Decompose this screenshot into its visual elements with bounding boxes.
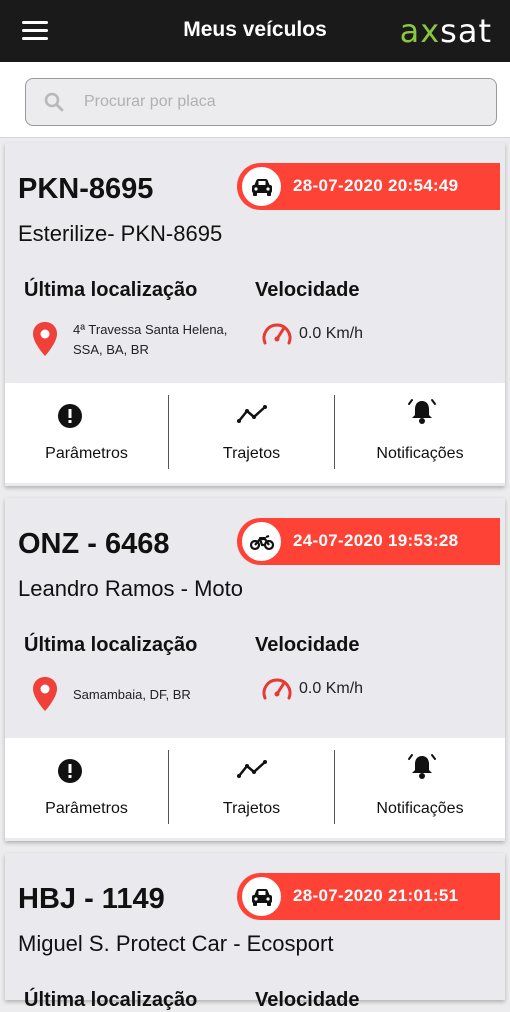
speed-label: Velocidade bbox=[255, 279, 360, 301]
route-line-icon bbox=[237, 405, 267, 423]
vehicle-speed: 0.0 Km/h bbox=[299, 325, 364, 342]
vehicle-address: Samambaia, DF, BR bbox=[73, 687, 191, 702]
car-icon bbox=[240, 875, 283, 918]
location-label: Última localização bbox=[24, 634, 198, 656]
vehicle-actions: Parâmetros Trajetos Notificações bbox=[5, 738, 505, 838]
info-alert-icon bbox=[58, 759, 82, 783]
vehicle-card[interactable]: ONZ - 6468 Leandro Ramos - Moto 24-07-20… bbox=[5, 498, 505, 841]
parameters-button[interactable]: Parâmetros bbox=[5, 738, 168, 838]
search-icon bbox=[44, 92, 64, 112]
last-update-badge: 28-07-2020 21:01:51 bbox=[237, 873, 500, 920]
brand-logo: axsat bbox=[399, 12, 492, 50]
last-update-datetime: 28-07-2020 20:54:49 bbox=[293, 176, 459, 195]
search-input[interactable] bbox=[84, 88, 474, 116]
last-update-datetime: 28-07-2020 21:01:51 bbox=[293, 886, 459, 905]
vehicle-name: Esterilize- PKN-8695 bbox=[18, 221, 223, 246]
location-label: Última localização bbox=[24, 279, 198, 301]
vehicle-plate: HBJ - 1149 bbox=[18, 883, 165, 915]
info-alert-icon bbox=[58, 404, 82, 428]
vehicle-address: 4ª Travessa Santa Helena, SSA, BA, BR bbox=[73, 322, 228, 357]
vehicle-name: Leandro Ramos - Moto bbox=[18, 576, 243, 601]
search-box[interactable] bbox=[25, 78, 497, 126]
car-icon bbox=[240, 165, 283, 208]
parameters-button[interactable]: Parâmetros bbox=[5, 383, 168, 483]
notifications-button[interactable]: Notificações bbox=[335, 738, 505, 838]
routes-button[interactable]: Trajetos bbox=[169, 738, 334, 838]
search-bar bbox=[0, 62, 510, 138]
alarm-bell-icon bbox=[408, 399, 436, 424]
last-update-datetime: 24-07-2020 19:53:28 bbox=[293, 531, 459, 550]
last-update-badge: 28-07-2020 20:54:49 bbox=[237, 163, 500, 210]
vehicle-plate: PKN-8695 bbox=[18, 173, 154, 205]
alarm-bell-icon bbox=[408, 754, 436, 779]
app-bar: Meus veículos axsat bbox=[0, 0, 510, 62]
route-line-icon bbox=[237, 760, 267, 778]
routes-button[interactable]: Trajetos bbox=[169, 383, 334, 483]
location-label: Última localização bbox=[24, 989, 198, 1011]
vehicle-name: Miguel S. Protect Car - Ecosport bbox=[18, 931, 334, 956]
map-pin-icon bbox=[33, 677, 57, 711]
vehicle-card[interactable]: HBJ - 1149 Miguel S. Protect Car - Ecosp… bbox=[5, 853, 505, 1011]
vehicle-card[interactable]: PKN-8695 Esterilize- PKN-8695 28-07-2020… bbox=[5, 143, 505, 486]
speedometer-icon bbox=[262, 678, 292, 700]
vehicle-actions: Parâmetros Trajetos Notificações bbox=[5, 383, 505, 483]
speedometer-icon bbox=[262, 323, 292, 345]
vehicle-plate: ONZ - 6468 bbox=[18, 528, 170, 560]
map-pin-icon bbox=[33, 322, 57, 356]
speed-label: Velocidade bbox=[255, 634, 360, 656]
notifications-button[interactable]: Notificações bbox=[335, 383, 505, 483]
motorcycle-icon bbox=[240, 520, 283, 563]
speed-label: Velocidade bbox=[255, 989, 360, 1011]
vehicle-speed: 0.0 Km/h bbox=[299, 680, 364, 697]
last-update-badge: 24-07-2020 19:53:28 bbox=[237, 518, 500, 565]
